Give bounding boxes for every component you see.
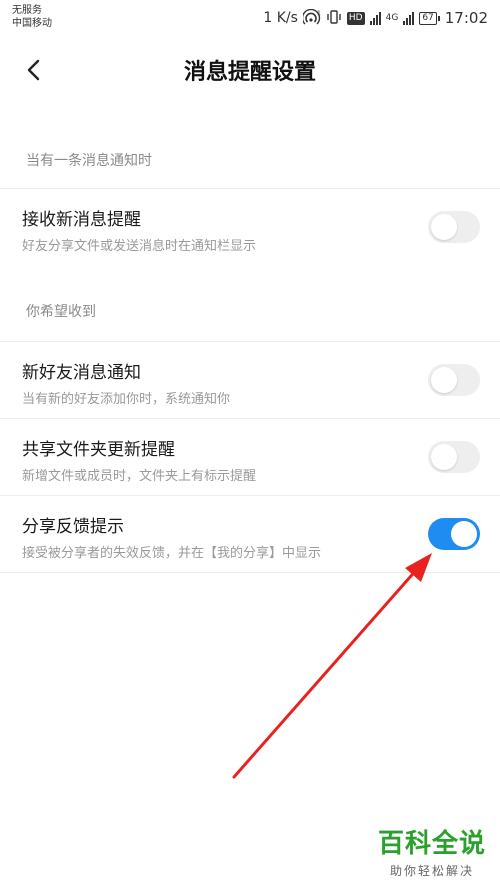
setting-row-receive-new-message: 接收新消息提醒 好友分享文件或发送消息时在通知栏显示 xyxy=(0,188,500,265)
setting-title: 分享反馈提示 xyxy=(22,517,124,537)
hotspot-icon: 1 xyxy=(301,8,321,28)
new-friend-toggle[interactable] xyxy=(428,364,480,396)
status-bar: 无服务 中国移动 1 K/s 1 HD 4G 67 17:02 xyxy=(0,0,500,36)
setting-description: 新增文件或成员时，文件夹上有标示提醒 xyxy=(22,469,257,484)
network-speed: 1 K/s xyxy=(263,10,298,26)
signal-icon xyxy=(369,11,381,25)
hd-badge: HD xyxy=(346,11,365,25)
setting-row-share-feedback: 分享反馈提示 接受被分享者的失效反馈，并在【我的分享】中显示 xyxy=(0,495,500,573)
section-header-wish-to-receive: 你希望收到 xyxy=(26,304,96,320)
share-feedback-toggle[interactable] xyxy=(428,518,480,550)
setting-description: 接受被分享者的失效反馈，并在【我的分享】中显示 xyxy=(22,546,322,561)
setting-row-new-friend: 新好友消息通知 当有新的好友添加你时，系统通知你 xyxy=(0,341,500,418)
toggle-knob xyxy=(431,444,457,470)
carrier-info: 无服务 中国移动 xyxy=(12,4,52,30)
toggle-knob xyxy=(431,367,457,393)
battery-level: 67 xyxy=(419,11,437,25)
shared-folder-update-toggle[interactable] xyxy=(428,441,480,473)
clock: 17:02 xyxy=(444,9,488,27)
watermark-logo: 百科全说 助你轻松解决 xyxy=(378,823,486,879)
status-indicators: 1 K/s 1 HD 4G 67 17:02 xyxy=(263,8,488,28)
setting-title: 接收新消息提醒 xyxy=(22,210,141,230)
vibrate-icon xyxy=(326,9,342,28)
setting-description: 当有新的好友添加你时，系统通知你 xyxy=(22,392,231,407)
app-header: 消息提醒设置 xyxy=(0,36,500,104)
toggle-knob xyxy=(451,521,477,547)
toggle-knob xyxy=(431,214,457,240)
watermark-title: 百科全说 xyxy=(377,829,486,859)
page-title: 消息提醒设置 xyxy=(183,60,316,85)
network-type: 4G xyxy=(385,13,399,23)
battery-icon: 67 xyxy=(419,11,440,25)
setting-title: 共享文件夹更新提醒 xyxy=(22,440,175,460)
carrier-line-1: 无服务 xyxy=(12,5,42,16)
watermark-subtitle: 助你轻松解决 xyxy=(389,864,474,878)
receive-new-message-toggle[interactable] xyxy=(428,211,480,243)
svg-text:1: 1 xyxy=(317,10,321,17)
section-header-on-message: 当有一条消息通知时 xyxy=(26,153,152,169)
signal-icon-2 xyxy=(403,11,415,25)
setting-description: 好友分享文件或发送消息时在通知栏显示 xyxy=(22,239,257,254)
setting-row-shared-folder-update: 共享文件夹更新提醒 新增文件或成员时，文件夹上有标示提醒 xyxy=(0,418,500,495)
setting-title: 新好友消息通知 xyxy=(22,363,141,383)
carrier-line-2: 中国移动 xyxy=(12,18,52,29)
